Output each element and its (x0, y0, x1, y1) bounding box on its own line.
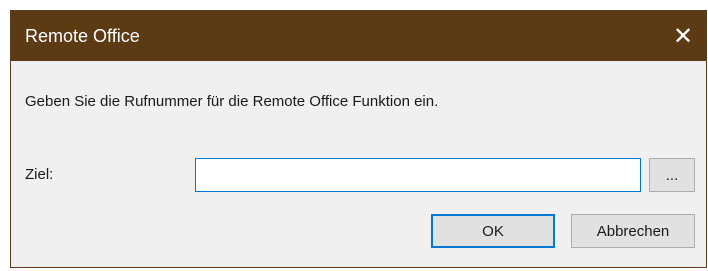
ok-button[interactable]: OK (431, 214, 555, 248)
browse-button[interactable]: ... (649, 158, 695, 192)
remote-office-dialog: Remote Office ✕ Geben Sie die Rufnummer … (10, 10, 707, 268)
close-button[interactable]: ✕ (660, 11, 706, 61)
instruction-text: Geben Sie die Rufnummer für die Remote O… (25, 93, 439, 110)
title-bar[interactable]: Remote Office ✕ (11, 11, 706, 61)
ziel-input[interactable] (195, 158, 641, 192)
window-title: Remote Office (25, 26, 140, 46)
cancel-button[interactable]: Abbrechen (571, 214, 695, 248)
close-icon: ✕ (672, 22, 694, 50)
ziel-label: Ziel: (25, 166, 54, 183)
